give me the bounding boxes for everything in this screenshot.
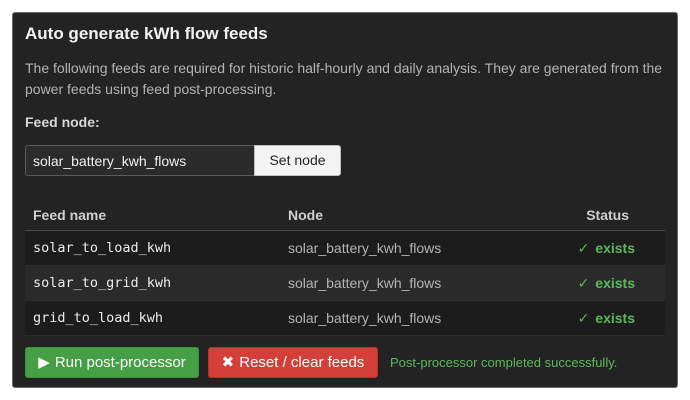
header-node: Node — [288, 207, 323, 223]
play-icon: ▶ — [38, 354, 50, 371]
close-icon: ✖ — [221, 354, 235, 371]
table-header: Feed name Node Status — [25, 201, 665, 231]
check-icon: ✓ — [577, 240, 590, 256]
header-feed-name: Feed name — [33, 207, 107, 223]
node-cell: solar_battery_kwh_flows — [288, 275, 442, 291]
feed-node-input[interactable] — [25, 145, 254, 176]
reset-clear-feeds-button[interactable]: ✖ Reset / clear feeds — [208, 347, 378, 378]
kwh-flow-panel: Auto generate kWh flow feeds The followi… — [12, 12, 678, 388]
reset-button-label: Reset / clear feeds — [239, 354, 365, 371]
status-text: exists — [595, 240, 635, 256]
panel-title: Auto generate kWh flow feeds — [25, 24, 268, 43]
check-icon: ✓ — [577, 275, 590, 291]
status-message: Post-processor completed successfully. — [390, 355, 618, 370]
feed-name-cell: solar_to_load_kwh — [33, 240, 172, 256]
feed-node-label: Feed node: — [25, 114, 100, 130]
status-cell: ✓ exists — [578, 240, 635, 257]
status-text: exists — [595, 275, 635, 291]
run-post-processor-button[interactable]: ▶ Run post-processor — [25, 347, 199, 378]
table-row: solar_to_load_kwh solar_battery_kwh_flow… — [25, 231, 665, 266]
set-node-button[interactable]: Set node — [254, 145, 341, 176]
feed-name-cell: grid_to_load_kwh — [33, 310, 164, 326]
feeds-table: Feed name Node Status solar_to_load_kwh … — [25, 201, 665, 336]
table-row: grid_to_load_kwh solar_battery_kwh_flows… — [25, 301, 665, 336]
header-status: Status — [586, 207, 629, 223]
feed-name-cell: solar_to_grid_kwh — [33, 275, 172, 291]
status-cell: ✓ exists — [578, 310, 635, 327]
node-cell: solar_battery_kwh_flows — [288, 240, 442, 256]
table-row: solar_to_grid_kwh solar_battery_kwh_flow… — [25, 266, 665, 301]
node-cell: solar_battery_kwh_flows — [288, 310, 442, 326]
status-text: exists — [595, 310, 635, 326]
check-icon: ✓ — [577, 310, 590, 326]
panel-description: The following feeds are required for his… — [25, 60, 663, 97]
status-cell: ✓ exists — [578, 275, 635, 292]
run-button-label: Run post-processor — [54, 354, 186, 371]
